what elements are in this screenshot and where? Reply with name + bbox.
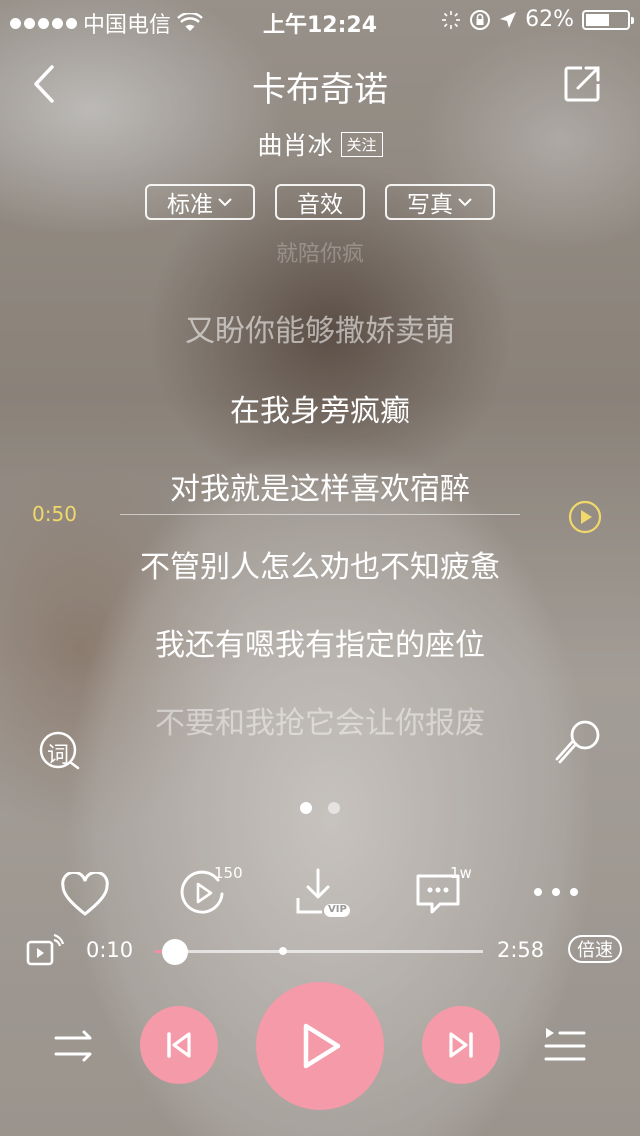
effects-button[interactable]: 音效 bbox=[275, 184, 365, 220]
play-count: 150 bbox=[214, 864, 243, 882]
status-bar: 中国电信 上午12:24 62% bbox=[0, 0, 640, 40]
page-dot bbox=[328, 802, 340, 814]
brightness-icon bbox=[442, 10, 461, 29]
next-button[interactable] bbox=[422, 1006, 500, 1084]
artist-row: 曲肖冰 关注 bbox=[0, 126, 640, 162]
lyric-line: 不要和我抢它会让你报废 bbox=[155, 706, 485, 741]
marker-time: 0:50 bbox=[32, 502, 77, 526]
speed-button[interactable]: 倍速 bbox=[568, 935, 622, 963]
chevron-down-icon bbox=[458, 198, 472, 207]
quality-label: 标准 bbox=[167, 192, 213, 218]
progress-row: 0:10 2:58 倍速 bbox=[0, 932, 640, 972]
follow-button[interactable]: 关注 bbox=[340, 132, 383, 157]
highlight-marker bbox=[278, 947, 287, 955]
play-count-button[interactable]: 150 bbox=[178, 864, 243, 922]
download-button[interactable]: VIP bbox=[296, 868, 352, 924]
photo-label: 写真 bbox=[407, 192, 453, 218]
action-row: 150 VIP 1w bbox=[0, 864, 640, 922]
comment-count: 1w bbox=[450, 864, 472, 882]
share-icon[interactable] bbox=[562, 64, 602, 104]
comments-button[interactable]: 1w bbox=[414, 864, 472, 922]
shuffle-icon[interactable] bbox=[54, 1028, 98, 1064]
previous-button[interactable] bbox=[140, 1006, 218, 1084]
total-time: 2:58 bbox=[497, 938, 545, 962]
vip-badge: VIP bbox=[328, 904, 347, 915]
song-title: 卡布奇诺 bbox=[252, 70, 388, 110]
artist-name[interactable]: 曲肖冰 bbox=[257, 131, 332, 160]
play-icon bbox=[303, 1023, 341, 1069]
page-dot-active bbox=[300, 802, 312, 814]
microphone-icon[interactable] bbox=[552, 718, 602, 768]
playback-controls bbox=[0, 982, 640, 1112]
marker-line bbox=[120, 514, 520, 515]
player-screen: 中国电信 上午12:24 62% 卡布奇诺 曲肖冰 关注 标准 音效 写真 就陪你… bbox=[0, 0, 640, 1136]
effects-label: 音效 bbox=[297, 192, 343, 218]
status-right: 62% bbox=[441, 7, 634, 32]
heart-icon[interactable] bbox=[60, 872, 110, 918]
lyric-line: 又盼你能够撒娇卖萌 bbox=[185, 314, 455, 349]
progress-thumb[interactable] bbox=[161, 939, 188, 965]
lyric-line: 在我身旁疯癫 bbox=[230, 394, 410, 429]
next-icon bbox=[449, 1032, 473, 1058]
progress-slider[interactable] bbox=[155, 939, 483, 965]
page-indicator bbox=[0, 802, 640, 814]
photo-button[interactable]: 写真 bbox=[385, 184, 495, 220]
play-from-here-icon[interactable] bbox=[568, 500, 602, 534]
lyric-line: 我还有嗯我有指定的座位 bbox=[155, 628, 485, 663]
lyric-settings-button[interactable]: 词 bbox=[38, 730, 82, 778]
battery-icon bbox=[582, 9, 634, 30]
lyric-line: 不管别人怎么劝也不知疲惫 bbox=[140, 550, 500, 585]
location-icon bbox=[500, 11, 517, 28]
more-icon[interactable] bbox=[532, 886, 580, 898]
rotation-lock-icon bbox=[470, 9, 491, 30]
header: 卡布奇诺 bbox=[0, 50, 640, 120]
playlist-icon[interactable] bbox=[544, 1024, 586, 1064]
lyric-seek-marker: 0:50 bbox=[0, 500, 640, 534]
battery-percent: 62% bbox=[525, 7, 574, 32]
current-time: 0:10 bbox=[86, 938, 134, 962]
lyric-icon-label: 词 bbox=[47, 743, 70, 768]
chevron-down-icon bbox=[218, 198, 232, 207]
option-pills: 标准 音效 写真 bbox=[0, 184, 640, 220]
quality-button[interactable]: 标准 bbox=[145, 184, 255, 220]
cast-icon[interactable] bbox=[26, 934, 64, 968]
lyric-line: 就陪你疯 bbox=[275, 242, 364, 267]
play-button[interactable] bbox=[256, 982, 384, 1110]
previous-icon bbox=[167, 1032, 191, 1058]
